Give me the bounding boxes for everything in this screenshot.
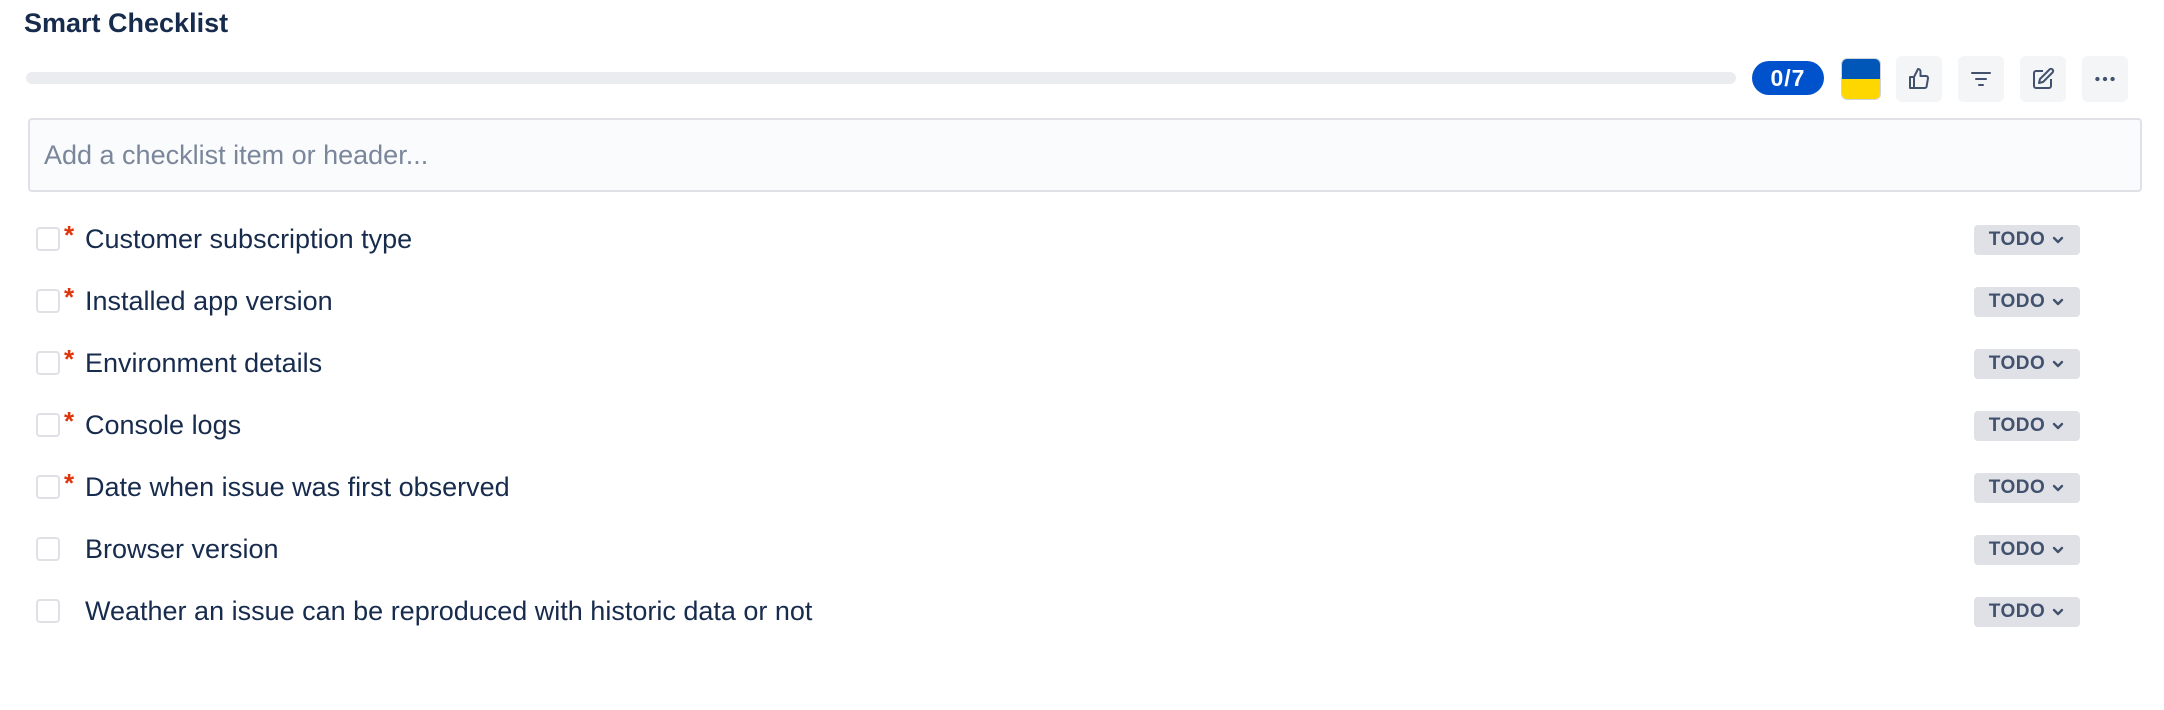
checklist-item: * Date when issue was first observed TOD… <box>0 456 2164 518</box>
required-marker: * <box>64 406 75 436</box>
chevron-down-icon <box>2053 422 2064 430</box>
status-label: TODO <box>1988 601 2046 622</box>
edit-icon <box>2033 67 2055 89</box>
clipped-next-section: ​ <box>28 664 328 680</box>
required-marker: * <box>64 282 75 312</box>
status-dropdown[interactable]: TODO <box>1974 597 2080 627</box>
ukraine-flag-icon <box>1841 58 1881 100</box>
status-label: TODO <box>1988 539 2046 560</box>
status-dropdown[interactable]: TODO <box>1974 349 2080 379</box>
item-label[interactable]: Environment details <box>85 348 322 379</box>
chevron-down-icon <box>2053 608 2064 616</box>
item-checkbox[interactable] <box>36 475 60 499</box>
status-label: TODO <box>1988 353 2046 374</box>
checklist-item: * Installed app version TODO <box>0 270 2164 332</box>
status-label: TODO <box>1988 291 2046 312</box>
chevron-down-icon <box>2053 484 2064 492</box>
progress-count-badge: 0/7 <box>1752 61 1824 95</box>
item-label[interactable]: Date when issue was first observed <box>85 472 510 503</box>
item-label[interactable]: Browser version <box>85 534 279 565</box>
status-dropdown[interactable]: TODO <box>1974 473 2080 503</box>
checklist-item: * Customer subscription type TODO <box>0 208 2164 270</box>
required-marker: * <box>64 220 75 250</box>
language-flag-button[interactable] <box>1838 56 1884 102</box>
status-label: TODO <box>1988 229 2046 250</box>
item-label[interactable]: Weather an issue can be reproduced with … <box>85 596 812 627</box>
item-label[interactable]: Console logs <box>85 410 241 441</box>
item-label[interactable]: Installed app version <box>85 286 333 317</box>
item-checkbox[interactable] <box>36 599 60 623</box>
thumbs-up-icon <box>1909 68 1929 90</box>
checklist-item: Weather an issue can be reproduced with … <box>0 580 2164 642</box>
filter-button[interactable] <box>1958 56 2004 102</box>
checklist-item: * Environment details TODO <box>0 332 2164 394</box>
item-checkbox[interactable] <box>36 351 60 375</box>
edit-button[interactable] <box>2020 56 2066 102</box>
chevron-down-icon <box>2053 236 2064 244</box>
chevron-down-icon <box>2053 360 2064 368</box>
item-checkbox[interactable] <box>36 227 60 251</box>
checklist-item: Browser version TODO <box>0 518 2164 580</box>
status-label: TODO <box>1988 477 2046 498</box>
chevron-down-icon <box>2053 546 2064 554</box>
status-dropdown[interactable]: TODO <box>1974 535 2080 565</box>
item-checkbox[interactable] <box>36 413 60 437</box>
required-marker: * <box>64 344 75 374</box>
checklist-toolbar: 0/7 <box>26 56 2144 102</box>
more-icon <box>2095 76 2115 82</box>
status-label: TODO <box>1988 415 2046 436</box>
progress-bar <box>26 72 1736 84</box>
thumbs-up-button[interactable] <box>1896 56 1942 102</box>
more-options-button[interactable] <box>2082 56 2128 102</box>
checklist-item: * Console logs TODO <box>0 394 2164 456</box>
status-dropdown[interactable]: TODO <box>1974 411 2080 441</box>
item-checkbox[interactable] <box>36 289 60 313</box>
filter-icon <box>1971 72 1991 86</box>
status-dropdown[interactable]: TODO <box>1974 225 2080 255</box>
status-dropdown[interactable]: TODO <box>1974 287 2080 317</box>
checklist-title: Smart Checklist <box>24 8 229 38</box>
chevron-down-icon <box>2053 298 2064 306</box>
checklist-items: * Customer subscription type TODO * Inst… <box>0 208 2164 642</box>
item-label[interactable]: Customer subscription type <box>85 224 412 255</box>
required-marker: * <box>64 468 75 498</box>
item-checkbox[interactable] <box>36 537 60 561</box>
add-checklist-item-input[interactable] <box>28 118 2142 192</box>
